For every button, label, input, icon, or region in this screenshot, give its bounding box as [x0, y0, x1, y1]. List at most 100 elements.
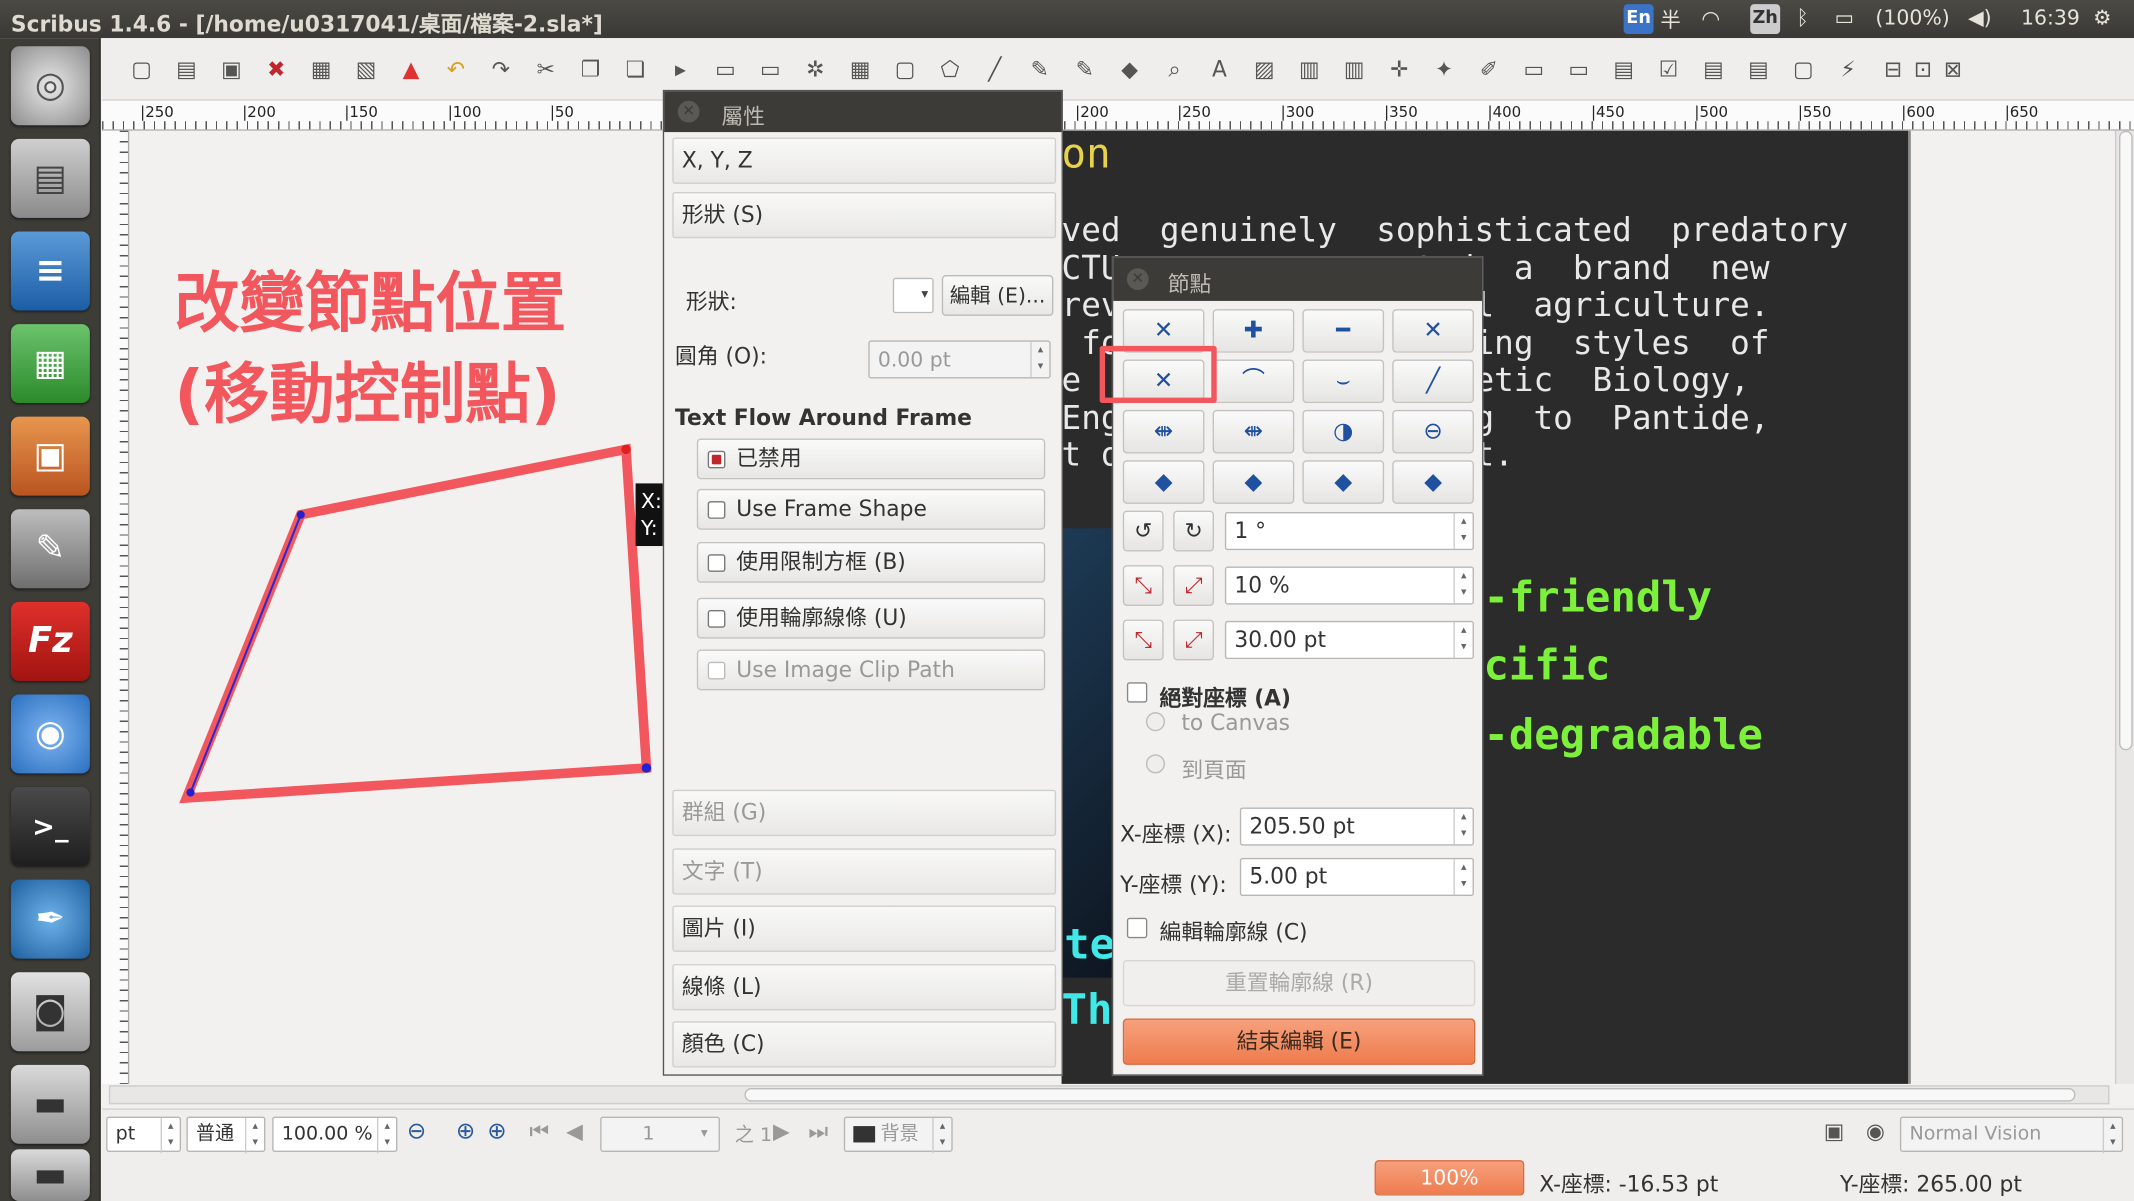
pdf-textfield-icon[interactable]: ▭ — [1564, 54, 1594, 84]
flow-contour-line[interactable]: 使用輪廓線條 (U) — [696, 597, 1046, 639]
open-path-icon[interactable]: ⊖ — [1392, 409, 1474, 454]
calc-icon[interactable]: ▦ — [10, 324, 90, 404]
absolute-coords-checkbox[interactable] — [1126, 682, 1148, 703]
edit-content-icon[interactable]: A — [1204, 54, 1234, 84]
eyedropper-icon[interactable]: ✐ — [1474, 54, 1504, 84]
reset-contour-button[interactable]: 重置輪廓線 (R) — [1122, 959, 1476, 1007]
storage-icon[interactable]: ▬ — [10, 1149, 90, 1201]
new-doc-icon[interactable]: ▢ — [127, 54, 157, 84]
y-coord-input[interactable]: 5.00 pt ▴ ▾ — [1239, 857, 1474, 896]
shear-right-icon[interactable]: ◆ — [1392, 460, 1474, 504]
zoom-reset-icon[interactable]: ⊕ — [456, 1118, 475, 1145]
redo-icon[interactable]: ↷ — [486, 54, 516, 84]
last-page-icon[interactable]: ⏭ — [808, 1118, 828, 1145]
preflight-icon[interactable]: ▧ — [351, 54, 381, 84]
bezier-icon[interactable]: ✎ — [1025, 54, 1055, 84]
unlink-frames-icon[interactable]: ▥ — [1339, 54, 1369, 84]
delete-node-icon[interactable]: ━ — [1302, 309, 1385, 353]
zoom-icon[interactable]: ⌕ — [1160, 54, 1190, 84]
first-page-icon[interactable]: ⏮ — [529, 1118, 549, 1145]
unit-select[interactable]: pt ▴ ▾ — [106, 1116, 182, 1154]
pdf-button-icon[interactable]: ▭ — [1519, 54, 1549, 84]
rotate-right-icon[interactable]: ↻ — [1173, 510, 1214, 552]
cut-icon[interactable]: ✂ — [531, 54, 561, 84]
section-color[interactable]: 顏色 (C) — [672, 1021, 1057, 1068]
page-select[interactable]: 1 ▾ — [600, 1116, 720, 1152]
input-method-en[interactable]: En — [1623, 4, 1654, 35]
zoom-in-icon[interactable]: ⊕ — [487, 1118, 506, 1145]
rotate-input[interactable]: 1 ° ▴ ▾ — [1224, 511, 1474, 551]
rotate-left-icon[interactable]: ↺ — [1122, 510, 1164, 552]
horizontal-scrollbar[interactable] — [108, 1085, 2110, 1105]
flow-bounding-box[interactable]: 使用限制方框 (B) — [696, 541, 1046, 583]
quality-select[interactable]: 普通 ▴ ▾ — [186, 1116, 266, 1154]
freehand-icon[interactable]: ✎ — [1070, 54, 1100, 84]
enlarge-percent-icon[interactable]: ⤢ — [1173, 565, 1214, 606]
script-icon[interactable]: ⚡ — [1833, 54, 1863, 84]
corner-input[interactable]: 0.00 pt ▴ ▾ — [868, 340, 1051, 379]
layer-select[interactable]: 背景 ▴ ▾ — [843, 1116, 953, 1154]
to-canvas-radio[interactable] — [1145, 712, 1165, 732]
open-icon[interactable]: ▤ — [171, 54, 201, 84]
preview-icon[interactable]: ▣ — [1824, 1118, 1845, 1144]
to-page-radio[interactable] — [1145, 754, 1165, 774]
section-image[interactable]: 圖片 (I) — [672, 905, 1057, 952]
pdf-listbox-icon[interactable]: ▤ — [1698, 54, 1728, 84]
flip-horizontal-icon[interactable]: ⇼ — [1122, 409, 1205, 454]
flip-vertical-icon[interactable]: ⇼ — [1212, 409, 1295, 454]
next-page-icon[interactable]: ▶ — [773, 1118, 790, 1144]
copy-icon[interactable]: ❐ — [576, 54, 606, 84]
flow-disabled[interactable]: 已禁用 — [696, 438, 1046, 480]
edit-text-icon[interactable]: ▨ — [1249, 54, 1279, 84]
table-icon[interactable]: ▦ — [845, 54, 875, 84]
text-frame-icon[interactable]: ▭ — [710, 54, 740, 84]
flow-frame-shape[interactable]: Use Frame Shape — [696, 488, 1046, 530]
pdf-icon[interactable]: ▲ — [396, 54, 426, 84]
edit-contour-checkbox[interactable] — [1126, 917, 1148, 939]
section-group[interactable]: 群組 (G) — [672, 789, 1057, 837]
shear-down-icon[interactable]: ◆ — [1212, 460, 1295, 504]
undo-icon[interactable]: ↶ — [441, 54, 471, 84]
section-shape[interactable]: 形狀 (S) — [672, 191, 1057, 239]
enlarge-size-icon[interactable]: ⤢ — [1173, 619, 1214, 661]
section-line[interactable]: 線條 (L) — [672, 964, 1057, 1011]
ubuntu-logo-icon[interactable]: ◎ — [10, 46, 90, 126]
close-doc-icon[interactable]: ✖ — [261, 54, 291, 84]
shear-left-icon[interactable]: ◆ — [1302, 460, 1385, 504]
print-icon[interactable]: ▦ — [306, 54, 336, 84]
disk-icon[interactable]: ▬ — [10, 1064, 90, 1144]
reset-control-icon[interactable]: ⌒ — [1212, 359, 1295, 404]
end-edit-button[interactable]: 結束編輯 (E) — [1122, 1018, 1476, 1065]
size-input[interactable]: 30.00 pt ▴ ▾ — [1224, 620, 1474, 660]
close-icon[interactable]: ✕ — [677, 100, 700, 123]
vertical-scrollbar[interactable] — [2114, 130, 2134, 1084]
edit-shape-button[interactable]: 編輯 (E)... — [941, 275, 1054, 316]
restore-icon[interactable]: ⊡ — [1908, 54, 1938, 84]
pdf-combobox-icon[interactable]: ☑ — [1654, 54, 1684, 84]
zoom-out-icon[interactable]: ⊖ — [407, 1118, 426, 1145]
zoom-input[interactable]: 100.00 % ▴ ▾ — [272, 1116, 398, 1154]
pdf-link-annot-icon[interactable]: ▢ — [1788, 54, 1818, 84]
settings-icon[interactable]: ✎ — [10, 509, 90, 589]
save-icon[interactable]: ▣ — [216, 54, 246, 84]
gear-icon[interactable]: ⚙ — [2093, 5, 2111, 30]
scroll-thumb[interactable] — [2119, 130, 2133, 751]
shape-select[interactable]: ▾ — [892, 277, 934, 314]
shrink-size-icon[interactable]: ⤡ — [1122, 619, 1164, 661]
camera-icon[interactable]: ◙ — [10, 972, 90, 1052]
select-icon[interactable]: ▸ — [666, 54, 696, 84]
x-coord-input[interactable]: 205.50 pt ▴ ▾ — [1239, 807, 1474, 846]
symmetric-icon[interactable]: ╱ — [1392, 359, 1474, 404]
close-icon[interactable]: ✕ — [1126, 268, 1149, 291]
prev-page-icon[interactable]: ◀ — [566, 1118, 583, 1144]
measure-icon[interactable]: ✛ — [1384, 54, 1414, 84]
minimize-icon[interactable]: ⊟ — [1878, 54, 1908, 84]
pdf-text-annot-icon[interactable]: ▤ — [1743, 54, 1773, 84]
terminal-icon[interactable]: >_ — [10, 787, 90, 867]
reset-controls-icon[interactable]: ⌣ — [1302, 359, 1385, 404]
bluetooth-icon[interactable]: ᛒ — [1796, 5, 1808, 30]
section-xyz[interactable]: X, Y, Z — [672, 137, 1057, 184]
rotate-icon[interactable]: ◆ — [1115, 54, 1145, 84]
writer-icon[interactable]: ≡ — [10, 231, 90, 311]
scroll-thumb[interactable] — [744, 1087, 2076, 1102]
